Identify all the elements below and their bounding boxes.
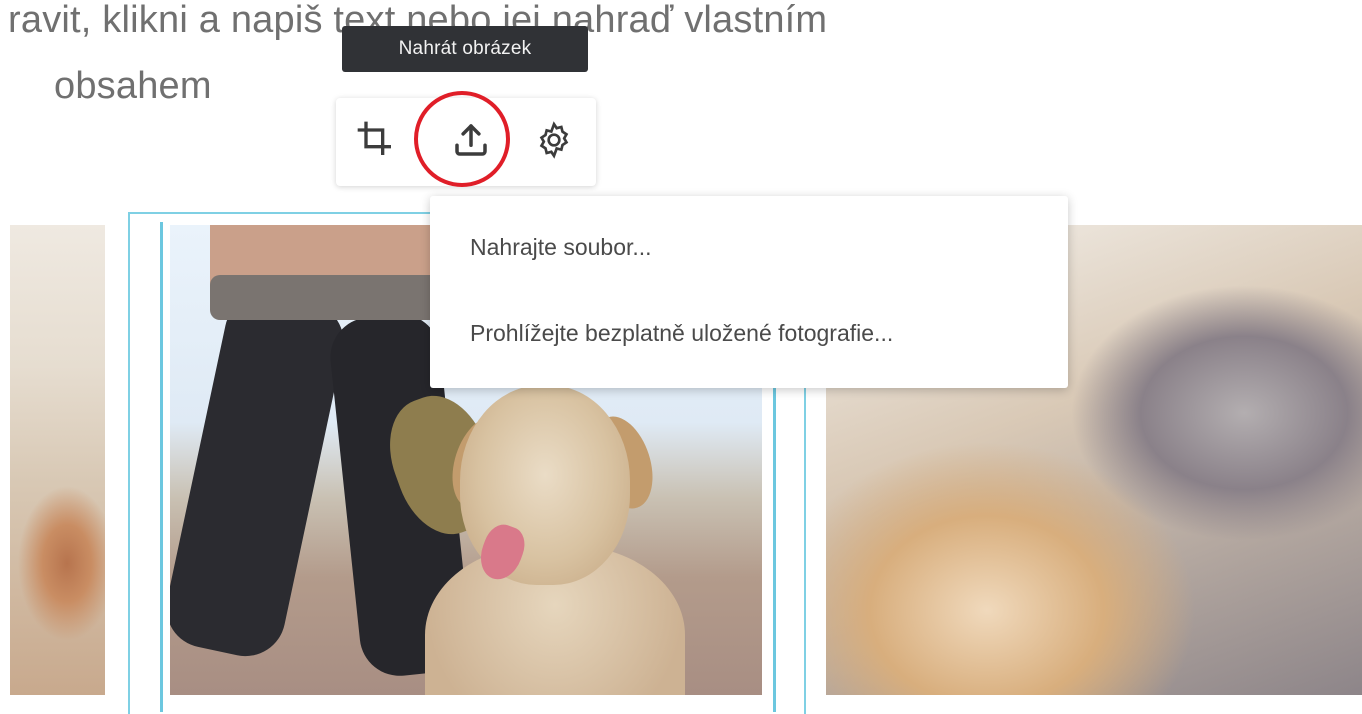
crop-button[interactable] bbox=[346, 112, 406, 172]
text-line: obsahem bbox=[54, 65, 212, 107]
upload-icon bbox=[450, 119, 492, 166]
image-settings-button[interactable] bbox=[524, 112, 584, 172]
gallery-image-left[interactable] bbox=[10, 225, 105, 695]
tooltip: Nahrát obrázek bbox=[342, 26, 588, 72]
image-toolbar bbox=[336, 98, 596, 186]
menu-item-upload-file[interactable]: Nahrajte soubor... bbox=[470, 234, 652, 261]
upload-dropdown-menu: Nahrajte soubor... Prohlížejte bezplatně… bbox=[430, 196, 1068, 388]
menu-item-browse-free-photos[interactable]: Prohlížejte bezplatně uložené fotografie… bbox=[470, 320, 893, 347]
gear-icon bbox=[534, 120, 574, 165]
upload-image-button[interactable] bbox=[441, 112, 501, 172]
crop-icon bbox=[356, 120, 396, 165]
